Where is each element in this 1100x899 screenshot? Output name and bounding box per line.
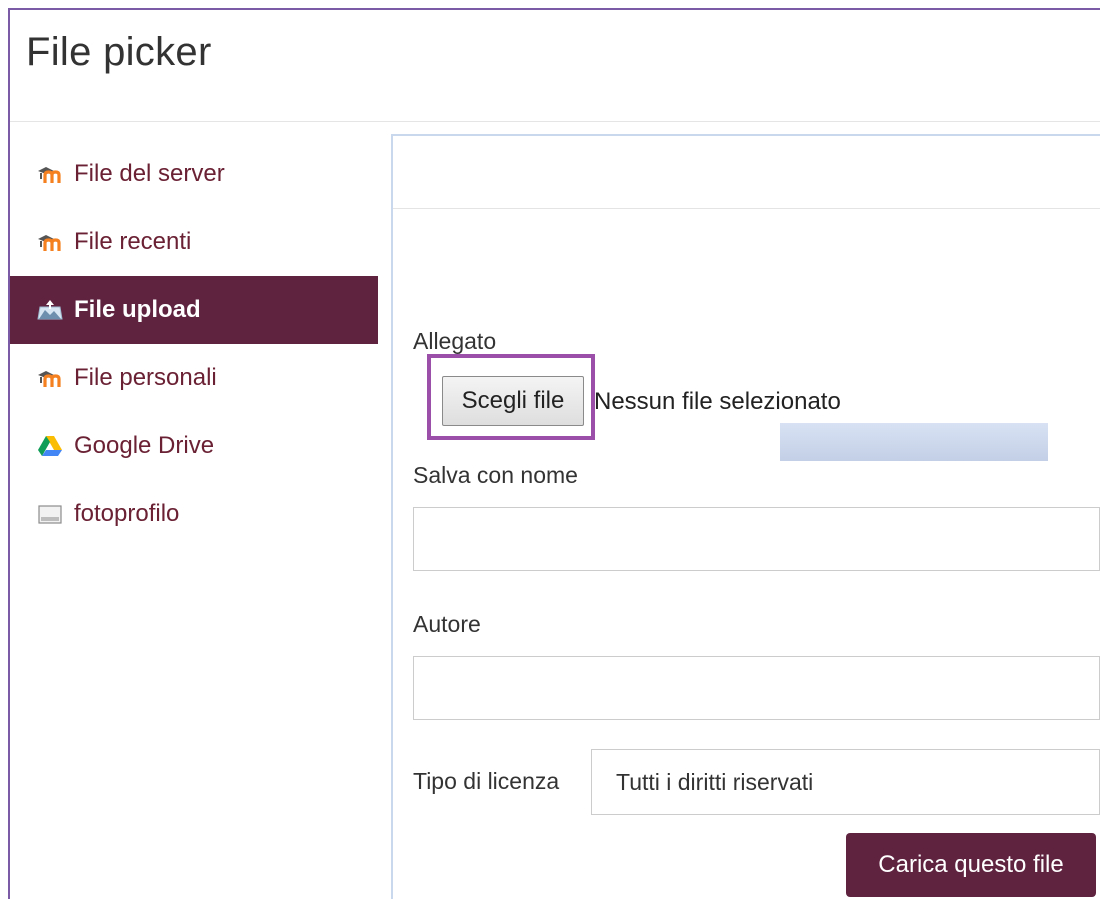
page-title: File picker (26, 30, 212, 74)
license-label: Tipo di licenza (413, 768, 560, 794)
panel-toolbar (393, 136, 1100, 209)
sidebar-item-label: Google Drive (74, 432, 215, 459)
moodle-icon (34, 366, 66, 390)
sidebar-item-label: fotoprofilo (74, 500, 180, 527)
sidebar-item-file-upload[interactable]: File upload (10, 276, 378, 344)
save-as-label: Salva con nome (413, 462, 578, 488)
upload-icon (34, 298, 66, 322)
upload-file-button[interactable]: Carica questo file (846, 833, 1096, 897)
sidebar-item-label: File del server (74, 160, 225, 187)
google-drive-icon (34, 434, 66, 458)
author-input[interactable] (413, 656, 1100, 720)
save-as-input[interactable] (413, 507, 1100, 571)
choose-file-button[interactable]: Scegli file (442, 376, 584, 426)
moodle-icon (34, 230, 66, 254)
sidebar-item-label: File personali (74, 364, 217, 391)
license-select[interactable]: Tutti i diritti riservati (591, 749, 1100, 815)
sidebar-item-server-files[interactable]: File del server (10, 140, 378, 208)
sidebar-item-recent-files[interactable]: File recenti (10, 208, 378, 276)
repository-icon (34, 502, 66, 526)
no-file-selected-text: Nessun file selezionato (594, 388, 841, 415)
license-selected-value: Tutti i diritti riservati (616, 768, 814, 795)
redacted-bar (780, 423, 1048, 461)
attachment-label: Allegato (413, 328, 497, 354)
sidebar-item-private-files[interactable]: File personali (10, 344, 378, 412)
sidebar-item-label: File recenti (74, 228, 192, 255)
repository-sidebar: File del server File recenti File upload (10, 140, 378, 548)
sidebar-item-google-drive[interactable]: Google Drive (10, 412, 378, 480)
moodle-icon (34, 162, 66, 186)
sidebar-item-label: File upload (74, 296, 201, 323)
author-label: Autore (413, 611, 481, 637)
file-picker-header: File picker (10, 10, 1100, 122)
sidebar-item-fotoprofilo[interactable]: fotoprofilo (10, 480, 378, 548)
